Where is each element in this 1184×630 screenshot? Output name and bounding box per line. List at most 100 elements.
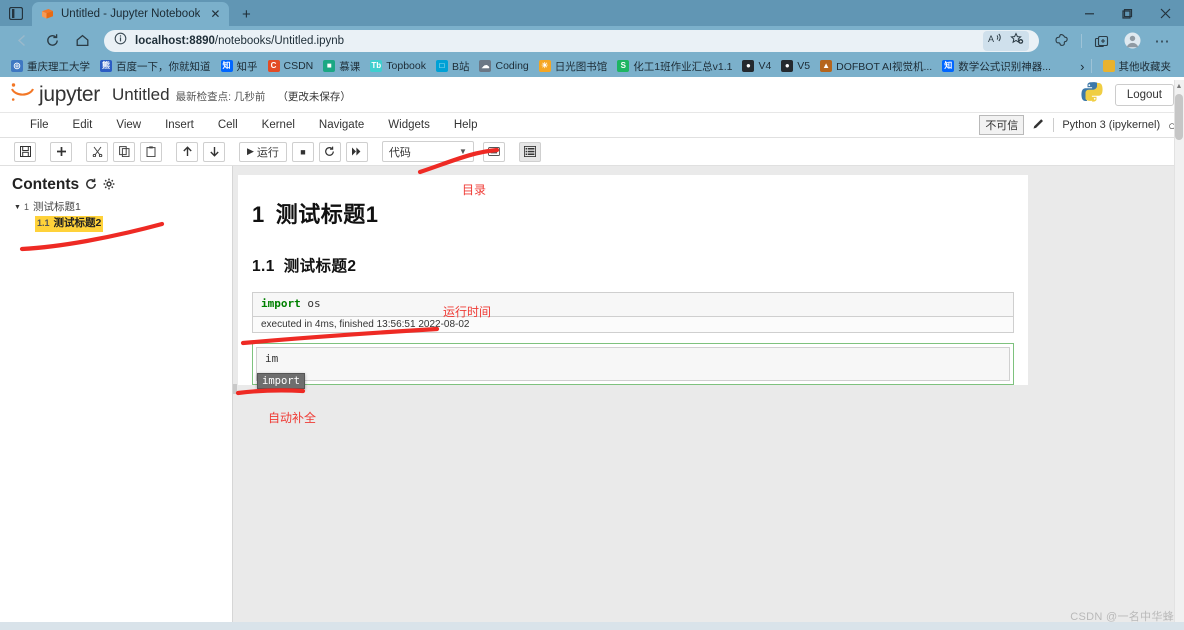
notebook-heading-1: 1 测试标题1: [252, 197, 1014, 229]
interrupt-kernel-button[interactable]: ■: [291, 141, 314, 162]
menu-insert[interactable]: Insert: [153, 115, 206, 135]
bookmark-label: DOFBOT AI视觉机...: [836, 60, 933, 73]
copy-cell-button[interactable]: [113, 141, 135, 162]
trust-badge[interactable]: 不可信: [979, 115, 1025, 135]
close-window-icon[interactable]: [1146, 0, 1184, 26]
toc-refresh-icon[interactable]: [85, 178, 97, 193]
heading-text: 测试标题2: [283, 258, 357, 275]
close-tab-icon[interactable]: ✕: [207, 6, 223, 22]
heading-number: 1: [252, 202, 265, 227]
menu-kernel[interactable]: Kernel: [250, 115, 307, 135]
other-bookmarks-folder[interactable]: 其他收藏夹: [1098, 58, 1177, 75]
bookmark-item[interactable]: ◎ 重庆理工大学: [6, 58, 95, 75]
scroll-up-arrow[interactable]: ▲: [1175, 83, 1183, 90]
restart-kernel-button[interactable]: [318, 141, 341, 162]
add-favorite-icon[interactable]: [1007, 31, 1027, 50]
browser-nav-bar: localhost:8890/notebooks/Untitled.ipynb …: [0, 26, 1184, 55]
menu-view[interactable]: View: [104, 115, 153, 135]
bookmark-item[interactable]: C CSDN: [263, 59, 319, 73]
toc-caret-icon[interactable]: ▼: [14, 203, 21, 214]
menu-edit[interactable]: Edit: [61, 115, 105, 135]
profile-avatar-icon[interactable]: [1118, 29, 1146, 53]
bookmark-item[interactable]: ● V4: [737, 59, 776, 73]
menu-file[interactable]: File: [18, 115, 61, 135]
browser-tab[interactable]: Untitled - Jupyter Notebook ✕: [32, 2, 230, 26]
run-cell-button[interactable]: ▶ 运行: [239, 141, 287, 162]
reload-icon[interactable]: [38, 29, 66, 53]
bookmark-item[interactable]: 熊百度一下，你就知道: [95, 58, 216, 75]
url-host: localhost:8890: [135, 34, 215, 47]
other-bookmarks-label: 其他收藏夹: [1118, 60, 1172, 73]
menu-help[interactable]: Help: [442, 115, 490, 135]
tab-search-icon[interactable]: [0, 0, 32, 26]
bookmark-item[interactable]: ● V5: [776, 59, 815, 73]
pencil-icon[interactable]: [1032, 117, 1045, 133]
bookmark-favicon-icon: C: [267, 60, 280, 72]
bookmark-favicon-icon: S: [617, 60, 630, 72]
bookmark-item[interactable]: S 化工1班作业汇总v1.1: [612, 58, 737, 75]
home-icon[interactable]: [68, 29, 96, 53]
run-label: 运行: [256, 146, 279, 159]
cut-cell-button[interactable]: [86, 141, 108, 162]
toc-toggle-button[interactable]: [518, 141, 541, 162]
python-logo-icon: [1081, 81, 1103, 108]
bookmark-favicon-icon: □: [435, 60, 448, 72]
move-cell-down-button[interactable]: [203, 141, 225, 162]
bookmark-label: 百度一下，你就知道: [116, 60, 211, 73]
paste-cell-button[interactable]: [140, 141, 162, 162]
url-path: /notebooks/Untitled.ipynb: [214, 34, 345, 47]
runtime-annotation: 运行时间: [443, 305, 492, 319]
address-bar[interactable]: localhost:8890/notebooks/Untitled.ipynb …: [104, 29, 1039, 52]
scroll-thumb[interactable]: [1175, 94, 1183, 140]
maximize-icon[interactable]: [1108, 0, 1146, 26]
menu-cell[interactable]: Cell: [206, 115, 250, 135]
minimize-icon[interactable]: [1070, 0, 1108, 26]
insert-cell-below-button[interactable]: [50, 141, 72, 162]
keyboard-shortcuts-button[interactable]: [482, 141, 505, 162]
read-aloud-icon[interactable]: A: [985, 32, 1005, 50]
bookmark-item[interactable]: □ B站: [431, 58, 475, 75]
jupyter-logo[interactable]: jupyter: [10, 80, 100, 109]
bookmark-item[interactable]: ☁ Coding: [474, 59, 533, 73]
code-cell-selected[interactable]: im import: [252, 342, 1014, 389]
jupyter-body: Contents ▼ 1 测试标题1 1.1 测试标题2 1 测试标题1 1.1 测试标: [0, 166, 1184, 626]
chevron-down-icon: ▼: [459, 147, 467, 156]
code-cell-executed[interactable]: import os executed in 4ms, finished 13:5…: [252, 292, 1014, 333]
site-info-icon[interactable]: [114, 32, 127, 50]
bookmarks-overflow-chevron[interactable]: ›: [1080, 59, 1084, 74]
jupyter-favicon-icon: [41, 8, 54, 21]
restart-run-all-button[interactable]: [345, 141, 368, 162]
move-cell-up-button[interactable]: [176, 141, 198, 162]
bookmark-label: 数学公式识别神器...: [958, 60, 1051, 73]
bookmark-item[interactable]: ■ 慕课: [318, 58, 365, 75]
bookmark-item[interactable]: ▲ DOFBOT AI视觉机...: [815, 58, 937, 75]
bookmark-item[interactable]: Tb Topbook: [365, 59, 431, 73]
menu-navigate[interactable]: Navigate: [307, 115, 376, 135]
code-cell-input-active[interactable]: im: [256, 346, 1010, 381]
bookmark-item[interactable]: 知知乎: [216, 58, 263, 75]
collections-icon[interactable]: [1047, 29, 1075, 53]
code-cell-input[interactable]: import os: [252, 292, 1014, 317]
toc-item[interactable]: 1.1 测试标题2: [14, 215, 232, 232]
notebook-left-gutter: [233, 384, 237, 394]
bookmark-label: 日光图书馆: [554, 60, 608, 73]
save-button[interactable]: [14, 141, 36, 162]
toc-settings-gear-icon[interactable]: [103, 178, 115, 193]
menu-widgets[interactable]: Widgets: [376, 115, 442, 135]
browser-settings-icon[interactable]: ⋯: [1148, 29, 1176, 53]
cell-type-select[interactable]: 代码 ▼: [381, 141, 474, 162]
toc-item[interactable]: ▼ 1 测试标题1: [14, 200, 232, 216]
split-screen-icon[interactable]: [1088, 29, 1116, 53]
bookmark-item[interactable]: 知数学公式识别神器...: [937, 58, 1056, 75]
logout-button[interactable]: Logout: [1114, 83, 1174, 106]
page-scrollbar[interactable]: [1174, 80, 1184, 630]
back-icon[interactable]: [8, 29, 36, 53]
notebook-name[interactable]: Untitled: [112, 85, 170, 105]
autocomplete-popup[interactable]: import: [257, 372, 305, 389]
toc-list: ▼ 1 测试标题1 1.1 测试标题2: [12, 200, 232, 232]
browser-window: Untitled - Jupyter Notebook ✕ + localhos…: [0, 0, 1184, 630]
new-tab-button[interactable]: +: [233, 2, 259, 26]
bookmark-label: Topbook: [386, 60, 426, 72]
jupyter-wordmark: jupyter: [39, 82, 100, 106]
bookmark-item[interactable]: ☀ 日光图书馆: [534, 58, 613, 75]
